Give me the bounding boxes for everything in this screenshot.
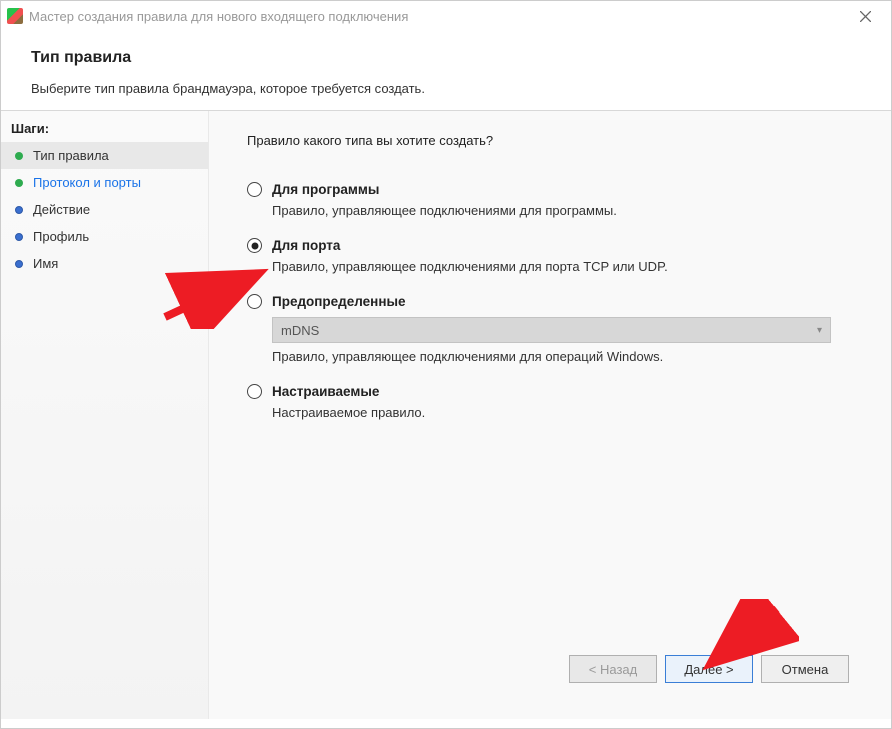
sidebar-step-name[interactable]: Имя [1,250,208,277]
firewall-icon [7,8,23,24]
sidebar-step-action[interactable]: Действие [1,196,208,223]
option-desc: Правило, управляющее подключениями для п… [272,203,861,218]
sidebar-step-label: Действие [33,202,90,217]
radio-icon[interactable] [247,238,262,253]
option-label: Для порта [272,238,340,253]
option-label: Предопределенные [272,294,406,309]
page-subtitle: Выберите тип правила брандмауэра, которо… [31,81,861,96]
content-question: Правило какого типа вы хотите создать? [247,133,861,148]
radio-icon[interactable] [247,182,262,197]
cancel-button[interactable]: Отмена [761,655,849,683]
chevron-down-icon: ▾ [817,325,822,336]
step-dot-icon [15,206,23,214]
close-button[interactable] [845,3,885,29]
step-dot-icon [15,260,23,268]
predefined-dropdown: mDNS ▾ [272,317,831,343]
radio-icon[interactable] [247,384,262,399]
dropdown-value: mDNS [281,323,319,338]
option-desc: Настраиваемое правило. [272,405,861,420]
step-dot-icon [15,179,23,187]
option-desc: Правило, управляющее подключениями для о… [272,349,861,364]
step-dot-icon [15,152,23,160]
option-program[interactable]: Для программы Правило, управляющее подкл… [243,182,861,218]
sidebar-heading: Шаги: [1,115,208,142]
options-group: Для программы Правило, управляющее подкл… [243,182,861,643]
option-desc: Правило, управляющее подключениями для п… [272,259,861,274]
content-pane: Правило какого типа вы хотите создать? Д… [209,111,891,719]
sidebar-step-protocol[interactable]: Протокол и порты [1,169,208,196]
sidebar-step-label: Тип правила [33,148,109,163]
option-custom[interactable]: Настраиваемые Настраиваемое правило. [243,384,861,420]
header: Тип правила Выберите тип правила брандма… [1,31,891,110]
sidebar-step-label: Протокол и порты [33,175,141,190]
close-icon [860,11,871,22]
sidebar-step-label: Имя [33,256,58,271]
option-predefined[interactable]: Предопределенные mDNS ▾ Правило, управля… [243,294,861,364]
sidebar-step-profile[interactable]: Профиль [1,223,208,250]
step-dot-icon [15,233,23,241]
sidebar-step-label: Профиль [33,229,89,244]
sidebar: Шаги: Тип правила Протокол и порты Дейст… [1,111,209,719]
next-button[interactable]: Далее > [665,655,753,683]
option-port[interactable]: Для порта Правило, управляющее подключен… [243,238,861,274]
window-title: Мастер создания правила для нового входя… [29,9,845,24]
button-bar: < Назад Далее > Отмена [243,643,861,709]
page-title: Тип правила [31,49,861,67]
back-button: < Назад [569,655,657,683]
option-label: Настраиваемые [272,384,379,399]
sidebar-step-type[interactable]: Тип правила [1,142,208,169]
option-label: Для программы [272,182,379,197]
titlebar: Мастер создания правила для нового входя… [1,1,891,31]
radio-icon[interactable] [247,294,262,309]
